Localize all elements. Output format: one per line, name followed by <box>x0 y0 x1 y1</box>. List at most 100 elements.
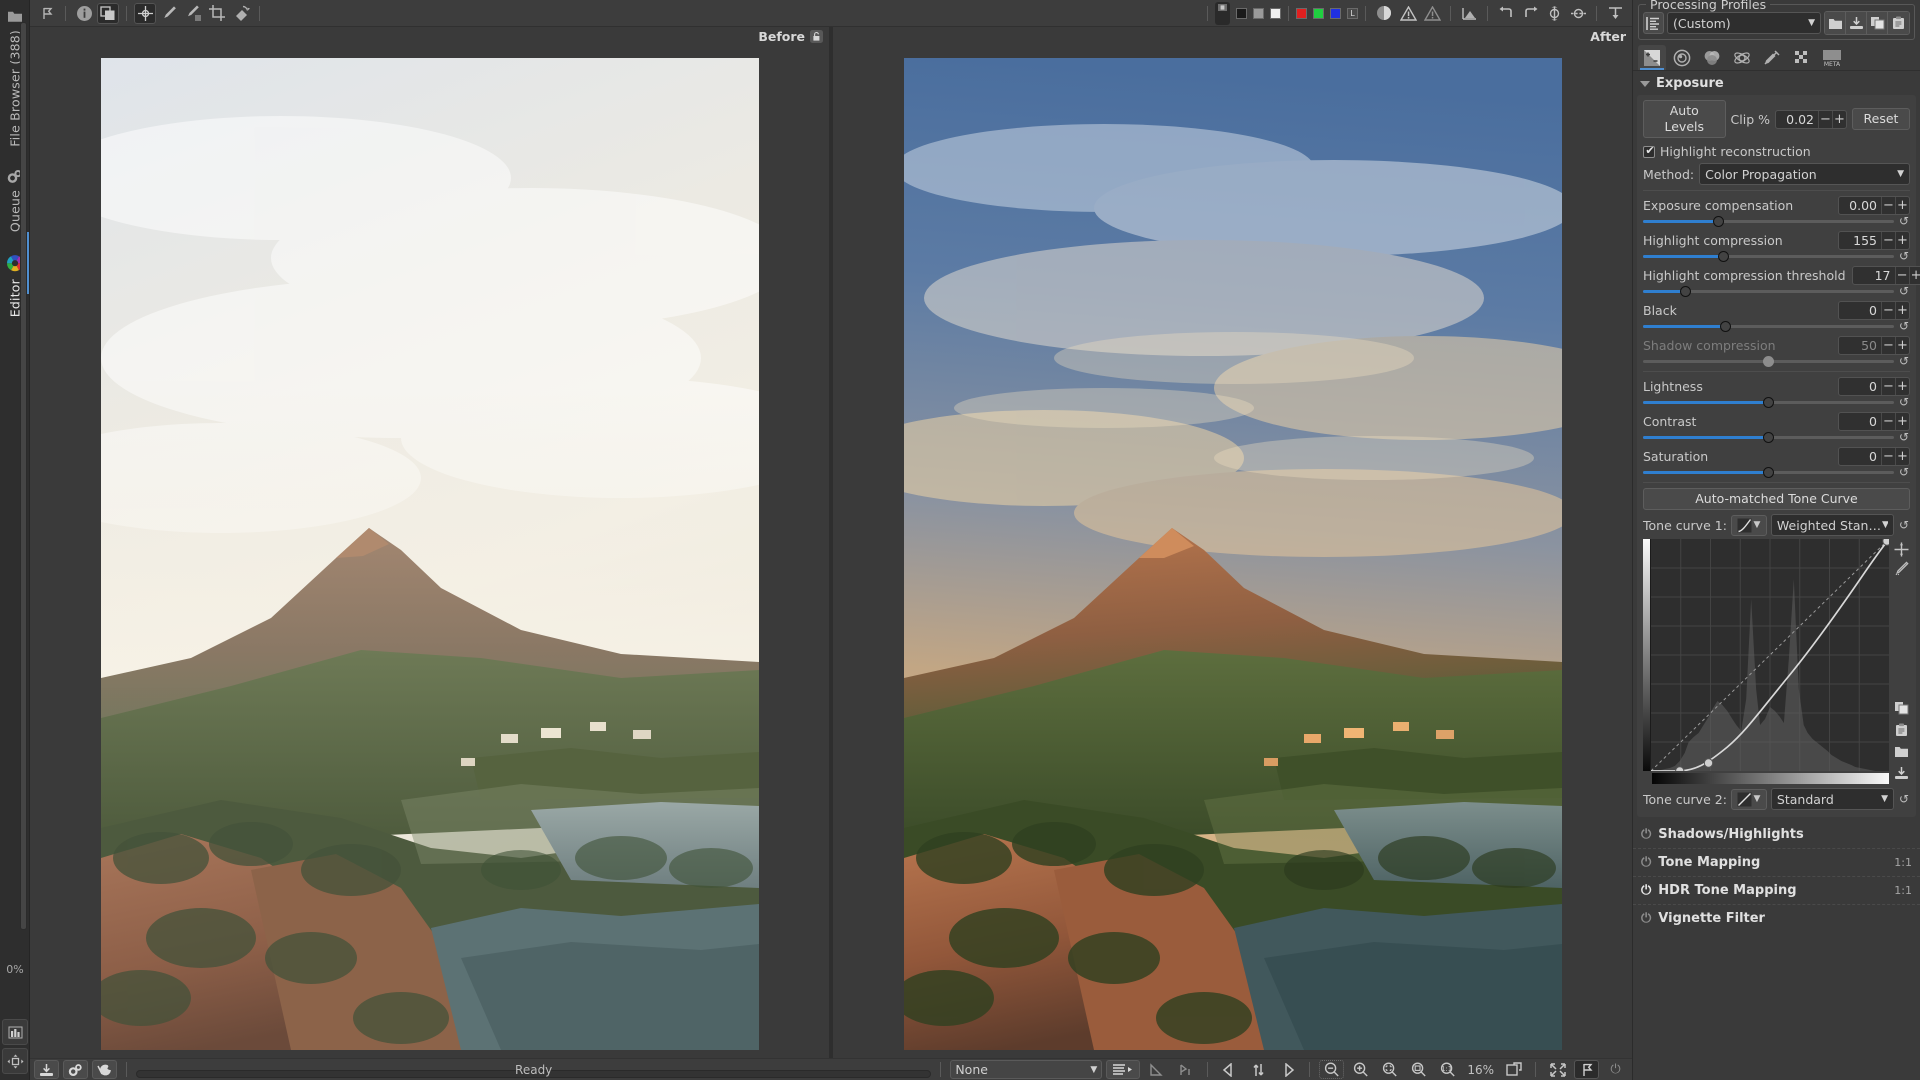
save-profile-icon[interactable] <box>1846 12 1867 34</box>
rotate-right-icon[interactable] <box>1519 3 1541 24</box>
spot-wb-icon[interactable] <box>182 3 204 24</box>
slider-track[interactable] <box>1643 320 1894 332</box>
navigator-icon[interactable] <box>2 1048 28 1074</box>
slider-reset-icon[interactable]: ↺ <box>1898 466 1910 478</box>
tab-metadata[interactable]: META <box>1818 45 1846 70</box>
tab-advanced[interactable] <box>1728 45 1756 70</box>
crop-icon[interactable] <box>206 3 228 24</box>
profile-list-icon[interactable] <box>1643 12 1664 34</box>
slider-knob[interactable] <box>1763 396 1774 408</box>
red-channel-swatch[interactable] <box>1296 7 1307 19</box>
section-vignette-filter[interactable]: ⏻ Vignette Filter <box>1633 905 1920 932</box>
copy-curve-icon[interactable] <box>1894 701 1909 715</box>
histogram-icon[interactable] <box>2 1019 28 1045</box>
black-channel-swatch[interactable] <box>1236 7 1247 19</box>
vertical-scale-track[interactable] <box>20 22 27 930</box>
slider-stepper[interactable]: 17 − + <box>1851 266 1920 285</box>
before-canvas[interactable] <box>30 27 829 1058</box>
paste-profile-icon[interactable] <box>1888 12 1909 34</box>
slider-knob[interactable] <box>1712 215 1724 227</box>
tone-curve-1-select[interactable]: Weighted Standard ▼ <box>1770 514 1894 536</box>
slider-knob[interactable] <box>1717 250 1729 262</box>
power-icon[interactable]: ⏻ <box>1641 856 1651 869</box>
blue-channel-swatch[interactable] <box>1330 7 1341 19</box>
slider-stepper[interactable]: 0 − + <box>1838 447 1910 466</box>
after-canvas[interactable] <box>833 27 1632 1058</box>
zoom-out-icon[interactable] <box>1319 1060 1345 1079</box>
clip-percent-stepper[interactable]: 0.02 − + <box>1775 109 1847 129</box>
slider-knob[interactable] <box>1763 466 1774 478</box>
section-shadows-highlights[interactable]: ⏻ Shadows/Highlights <box>1633 821 1920 849</box>
after-image[interactable] <box>903 57 1562 1050</box>
hand-tool-icon[interactable] <box>36 3 58 24</box>
reset-button[interactable]: Reset <box>1852 108 1910 130</box>
plus-button[interactable]: + <box>1908 267 1920 284</box>
flip-vertical-icon[interactable] <box>1543 3 1565 24</box>
tab-transform[interactable] <box>1758 45 1786 70</box>
open-curve-icon[interactable] <box>1894 745 1909 758</box>
zoom-crop-icon[interactable] <box>1406 1060 1431 1079</box>
curve-plot[interactable] <box>1651 539 1889 771</box>
profile-select[interactable]: (Custom) ▼ <box>1667 12 1821 34</box>
clip-plus-button[interactable]: + <box>1832 110 1846 128</box>
palette-icon[interactable] <box>92 1060 117 1079</box>
mask-select[interactable]: None ▼ <box>950 1060 1103 1079</box>
before-image[interactable] <box>100 57 759 1050</box>
fullscreen-icon[interactable] <box>1545 1060 1570 1079</box>
auto-matched-tone-curve-button[interactable]: Auto-matched Tone Curve <box>1643 488 1910 510</box>
tab-detail[interactable] <box>1668 45 1696 70</box>
slider-track[interactable] <box>1643 466 1894 478</box>
tone-curve-1-type-button[interactable]: ▼ <box>1730 514 1767 536</box>
tone-curve-1-reset-icon[interactable]: ↺ <box>1898 519 1910 531</box>
minus-button[interactable]: − <box>1881 413 1895 430</box>
tone-curve-2-type-button[interactable]: ▼ <box>1730 788 1767 810</box>
highlight-clip-warning-icon[interactable] <box>1421 3 1443 24</box>
crosshair-icon[interactable] <box>134 2 156 24</box>
info-icon[interactable] <box>73 3 95 24</box>
slider-track[interactable] <box>1643 396 1894 408</box>
plus-button[interactable]: + <box>1895 232 1909 249</box>
minus-button[interactable]: − <box>1881 197 1895 214</box>
preview-focus-icon[interactable] <box>1173 1060 1198 1079</box>
slider-knob[interactable] <box>1680 285 1692 297</box>
curve-pencil-icon[interactable] <box>1894 561 1909 576</box>
slider-stepper[interactable]: 0 − + <box>1838 301 1910 320</box>
prev-image-icon[interactable] <box>1217 1060 1242 1079</box>
slider-reset-icon[interactable]: ↺ <box>1898 320 1910 332</box>
lock-icon[interactable] <box>810 30 823 43</box>
tab-color[interactable] <box>1698 45 1726 70</box>
open-profile-icon[interactable] <box>1825 12 1846 34</box>
histogram-panel-icon[interactable] <box>1458 3 1480 24</box>
tab-raw[interactable] <box>1788 45 1816 70</box>
next-image-icon[interactable] <box>1275 1060 1300 1079</box>
minus-button[interactable]: − <box>1881 302 1895 319</box>
shadow-clip-warning-icon[interactable] <box>1397 3 1419 24</box>
minus-button[interactable]: − <box>1881 448 1895 465</box>
green-channel-swatch[interactable] <box>1313 7 1324 19</box>
slider-stepper[interactable]: 0 − + <box>1838 377 1910 396</box>
white-channel-swatch[interactable] <box>1270 7 1281 19</box>
power-icon[interactable]: ⏻ <box>1641 912 1651 925</box>
minus-button[interactable]: − <box>1881 378 1895 395</box>
tool-panel-scroll[interactable]: Exposure Auto Levels Clip % 0.02 − + Res… <box>1633 71 1920 1080</box>
slider-reset-icon[interactable]: ↺ <box>1898 250 1910 262</box>
plus-button[interactable]: + <box>1895 413 1909 430</box>
clip-minus-button[interactable]: − <box>1818 110 1832 128</box>
luminance-channel-swatch[interactable]: L <box>1347 7 1358 19</box>
zoom-100-icon[interactable]: 1:1 <box>1435 1060 1460 1079</box>
tab-exposure[interactable] <box>1638 45 1666 70</box>
preview-sharpness-icon[interactable] <box>1144 1060 1169 1079</box>
slider-stepper[interactable]: 0 − + <box>1838 412 1910 431</box>
minus-button[interactable]: − <box>1881 232 1895 249</box>
flip-horizontal-icon[interactable] <box>1567 3 1589 24</box>
minus-button[interactable]: − <box>1894 267 1909 284</box>
tone-curve-2-reset-icon[interactable]: ↺ <box>1898 793 1910 805</box>
copy-profile-icon[interactable] <box>1867 12 1888 34</box>
slider-reset-icon[interactable]: ↺ <box>1898 285 1910 297</box>
slider-knob[interactable] <box>1763 431 1774 443</box>
mask-preview-icon[interactable] <box>1106 1060 1141 1079</box>
slider-track[interactable] <box>1643 250 1894 262</box>
slider-track[interactable] <box>1643 285 1894 297</box>
slider-stepper[interactable]: 155 − + <box>1838 231 1910 250</box>
zoom-in-icon[interactable] <box>1348 1060 1373 1079</box>
